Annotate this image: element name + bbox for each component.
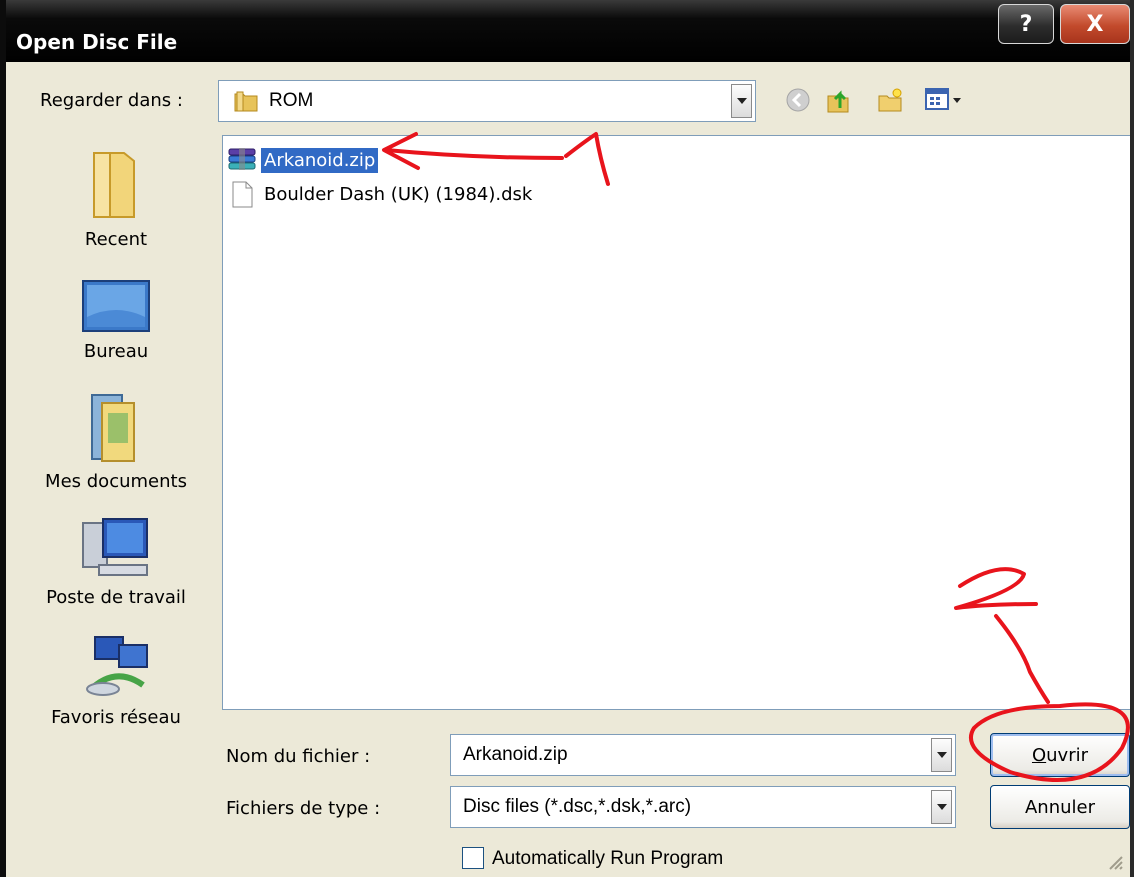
- look-in-dropdown[interactable]: ROM: [218, 80, 756, 122]
- chevron-down-icon[interactable]: [731, 84, 752, 118]
- resize-grip-icon[interactable]: [1106, 853, 1124, 871]
- auto-run-label: Automatically Run Program: [492, 848, 724, 869]
- place-label: Favoris réseau: [51, 707, 181, 728]
- zip-archive-icon: [228, 148, 256, 170]
- documents-icon: [91, 394, 135, 462]
- chevron-down-icon[interactable]: [931, 790, 952, 824]
- filename-label: Nom du fichier :: [226, 746, 371, 767]
- up-folder-icon[interactable]: [824, 86, 852, 114]
- place-label: Mes documents: [45, 471, 187, 492]
- filename-input[interactable]: Arkanoid.zip: [450, 734, 956, 776]
- cancel-button[interactable]: Annuler: [990, 785, 1130, 829]
- place-label: Poste de travail: [46, 587, 186, 608]
- desktop-icon: [82, 280, 150, 332]
- network-icon: [86, 636, 148, 696]
- open-mnemonic: O: [1031, 744, 1047, 766]
- filetype-dropdown[interactable]: Disc files (*.dsc,*.dsk,*.arc): [450, 786, 956, 828]
- place-my-documents[interactable]: Mes documents: [26, 391, 206, 492]
- file-item-arkanoid[interactable]: Arkanoid.zip: [227, 145, 379, 175]
- recent-folder-icon: [93, 152, 135, 218]
- file-icon: [232, 181, 253, 208]
- chevron-down-icon[interactable]: [931, 738, 952, 772]
- close-button[interactable]: X: [1060, 4, 1130, 44]
- place-label: Bureau: [83, 341, 149, 362]
- file-list[interactable]: Arkanoid.zip Boulder Dash (UK) (1984).ds…: [222, 135, 1130, 710]
- dialog-title: Open Disc File: [16, 30, 178, 54]
- view-menu-icon[interactable]: [924, 86, 964, 114]
- help-button[interactable]: ?: [998, 4, 1054, 44]
- file-name: Boulder Dash (UK) (1984).dsk: [264, 183, 533, 205]
- folder-icon: [234, 91, 258, 112]
- look-in-label: Regarder dans :: [40, 90, 183, 111]
- open-label: uvrir: [1046, 744, 1089, 766]
- place-recent[interactable]: Recent: [26, 147, 206, 250]
- file-name: Arkanoid.zip: [261, 147, 379, 173]
- place-desktop[interactable]: Bureau: [26, 277, 206, 362]
- back-icon[interactable]: [784, 86, 812, 114]
- filetype-label: Fichiers de type :: [226, 798, 381, 819]
- place-network[interactable]: Favoris réseau: [26, 633, 206, 728]
- computer-icon: [82, 518, 148, 576]
- look-in-value: ROM: [269, 90, 314, 111]
- open-disc-file-dialog: Open Disc File ? X Regarder dans : ROM R…: [0, 0, 1134, 877]
- place-label: Recent: [84, 229, 148, 250]
- filetype-value: Disc files (*.dsc,*.dsk,*.arc): [463, 796, 692, 817]
- file-item-boulder-dash[interactable]: Boulder Dash (UK) (1984).dsk: [227, 179, 535, 209]
- open-button[interactable]: Ouvrir: [990, 733, 1130, 777]
- auto-run-checkbox[interactable]: [462, 847, 484, 869]
- new-folder-icon[interactable]: [876, 86, 904, 114]
- title-bar[interactable]: Open Disc File ? X: [6, 0, 1130, 62]
- place-my-computer[interactable]: Poste de travail: [26, 515, 206, 608]
- filename-value: Arkanoid.zip: [463, 744, 568, 765]
